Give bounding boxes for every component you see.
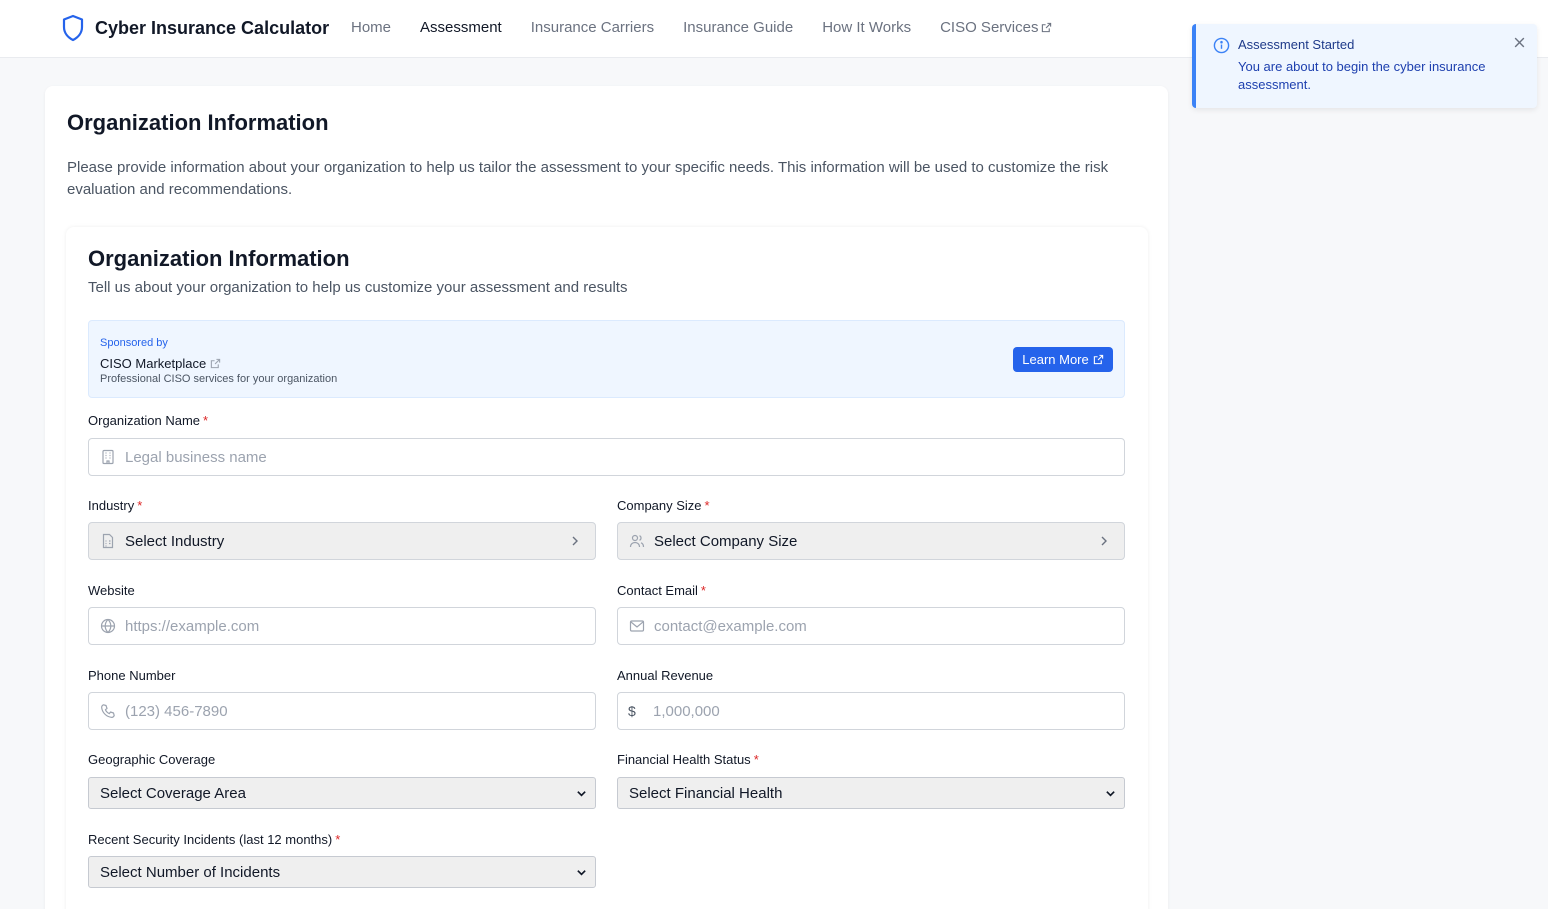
geo-value: Select Coverage Area — [100, 784, 246, 802]
sponsor-description: Professional CISO services for your orga… — [100, 373, 338, 385]
main-nav: Home Assessment Insurance Carriers Insur… — [351, 19, 1081, 36]
geo-label: Geographic Coverage — [88, 752, 216, 767]
industry-picker[interactable]: Select Industry — [88, 522, 596, 560]
chevron-down-icon — [577, 791, 586, 797]
page-title: Organization Information — [67, 110, 329, 135]
nav-home[interactable]: Home — [351, 19, 391, 36]
toast-notification: Assessment Started You are about to begi… — [1192, 24, 1537, 108]
learn-more-button[interactable]: Learn More — [1013, 347, 1113, 372]
chevron-right-icon — [572, 536, 578, 546]
close-icon[interactable] — [1513, 36, 1526, 49]
financial-select[interactable]: Select Financial Health — [617, 777, 1125, 809]
phone-input[interactable] — [125, 702, 581, 720]
document-icon — [102, 533, 114, 549]
info-icon — [1213, 37, 1230, 54]
external-link-icon — [1093, 354, 1103, 365]
nav-insurance-guide[interactable]: Insurance Guide — [683, 19, 793, 36]
sponsor-name[interactable]: CISO Marketplace — [100, 356, 221, 371]
website-input[interactable] — [125, 617, 581, 635]
website-field[interactable] — [88, 607, 596, 645]
chevron-right-icon — [1101, 536, 1107, 546]
nav-ciso-services-label: CISO Services — [940, 19, 1039, 36]
sponsor-banner: Sponsored by CISO Marketplace Profession… — [88, 320, 1125, 398]
company-size-picker[interactable]: Select Company Size — [617, 522, 1125, 560]
required-mark: * — [753, 752, 759, 767]
toast-message: You are about to begin the cyber insuran… — [1238, 59, 1486, 92]
sponsor-name-text: CISO Marketplace — [100, 356, 207, 371]
org-name-input[interactable] — [125, 448, 1057, 466]
external-link-icon — [1042, 22, 1052, 33]
globe-icon — [100, 618, 116, 634]
form-subtitle: Tell us about your organization to help … — [88, 279, 628, 296]
organization-form: Organization Information Tell us about y… — [66, 227, 1148, 909]
chevron-down-icon — [577, 870, 586, 876]
phone-field[interactable] — [88, 692, 596, 730]
nav-how-it-works[interactable]: How It Works — [822, 19, 911, 36]
phone-label: Phone Number — [88, 668, 176, 683]
company-size-value: Select Company Size — [654, 532, 798, 550]
nav-assessment[interactable]: Assessment — [420, 19, 502, 36]
brand[interactable]: Cyber Insurance Calculator — [61, 14, 329, 42]
sponsor-label: Sponsored by — [100, 337, 168, 349]
revenue-label: Annual Revenue — [617, 668, 714, 683]
company-size-label: Company Size * — [617, 498, 710, 513]
org-name-field[interactable] — [88, 438, 1125, 476]
form-title: Organization Information — [88, 246, 350, 271]
mail-icon — [629, 620, 645, 632]
financial-label: Financial Health Status * — [617, 752, 759, 767]
industry-value: Select Industry — [125, 532, 225, 550]
geo-select[interactable]: Select Coverage Area — [88, 777, 596, 809]
required-mark: * — [203, 413, 209, 428]
incidents-label: Recent Security Incidents (last 12 month… — [88, 832, 341, 847]
nav-ciso-services[interactable]: CISO Services — [940, 19, 1052, 36]
toast-title: Assessment Started — [1238, 37, 1355, 52]
learn-more-label: Learn More — [1022, 352, 1089, 367]
industry-label: Industry * — [88, 498, 143, 513]
required-mark: * — [704, 498, 710, 513]
website-label: Website — [88, 583, 135, 598]
currency-symbol: $ — [628, 703, 636, 719]
nav-insurance-carriers[interactable]: Insurance Carriers — [531, 19, 654, 36]
building-icon — [102, 449, 114, 465]
brand-name: Cyber Insurance Calculator — [95, 17, 330, 38]
financial-value: Select Financial Health — [629, 784, 783, 802]
incidents-value: Select Number of Incidents — [100, 863, 281, 881]
revenue-input[interactable] — [653, 702, 1109, 720]
shield-icon — [62, 14, 84, 42]
users-icon — [629, 534, 645, 548]
required-mark: * — [700, 583, 706, 598]
required-mark: * — [137, 498, 143, 513]
incidents-select[interactable]: Select Number of Incidents — [88, 856, 596, 888]
email-input[interactable] — [654, 617, 1110, 635]
revenue-field[interactable]: $ — [617, 692, 1125, 730]
org-name-label: Organization Name * — [88, 413, 209, 428]
phone-icon — [101, 704, 115, 718]
main-card: Organization Information Please provide … — [45, 86, 1168, 909]
email-label: Contact Email * — [617, 583, 706, 598]
required-mark: * — [335, 832, 341, 847]
chevron-down-icon — [1106, 791, 1115, 797]
email-field[interactable] — [617, 607, 1125, 645]
page-description: Please provide information about your or… — [67, 159, 1109, 198]
external-link-icon — [211, 358, 221, 369]
